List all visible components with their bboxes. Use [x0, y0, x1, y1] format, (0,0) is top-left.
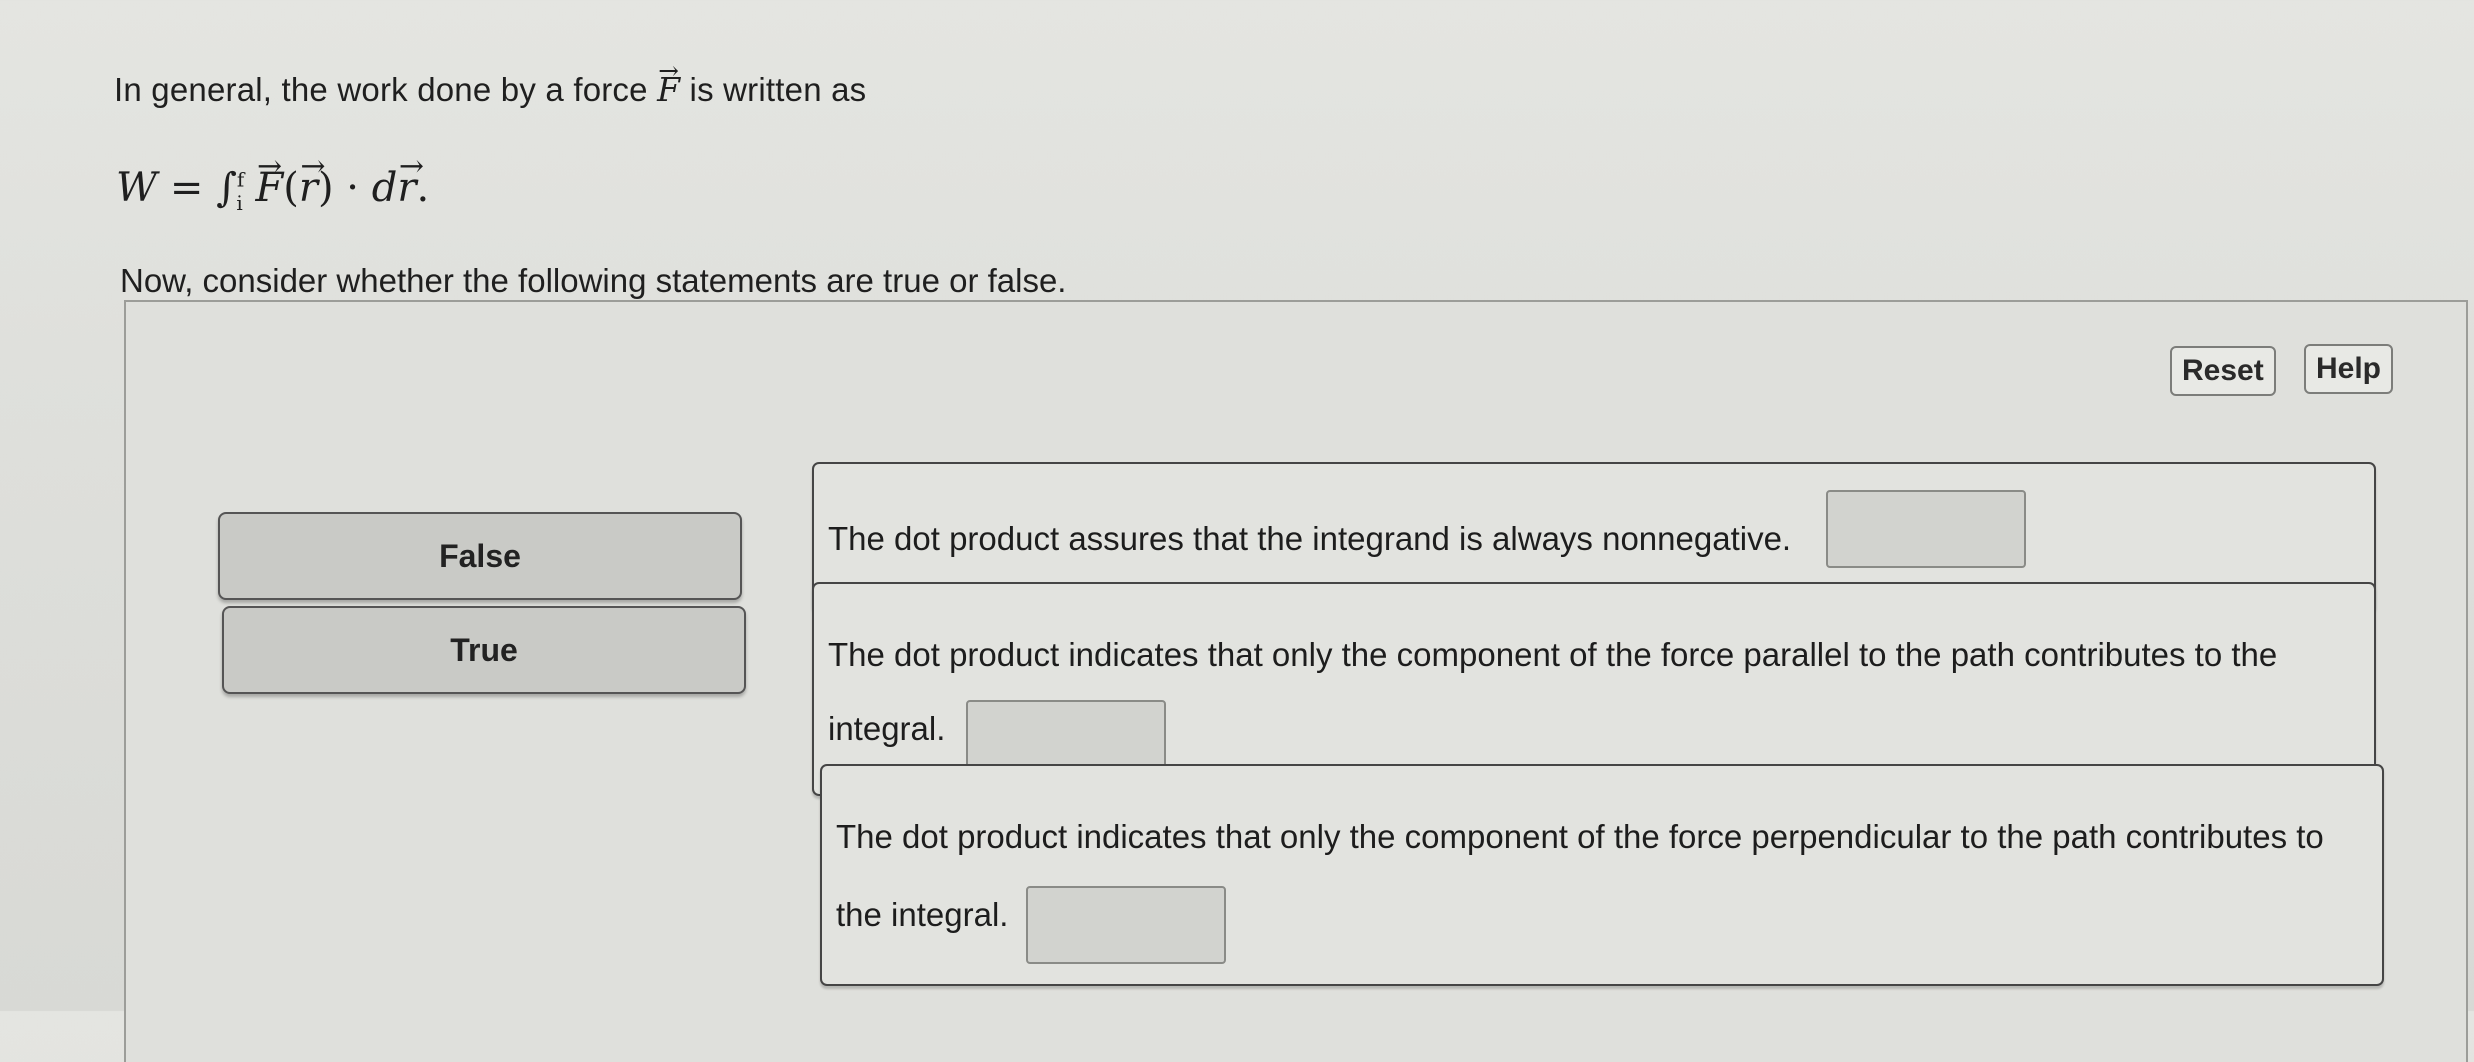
reset-button[interactable]: Reset — [2170, 346, 2276, 396]
statement-box-3: The dot product indicates that only the … — [820, 764, 2384, 986]
statement-2-text-line1: The dot product indicates that only the … — [828, 636, 2278, 673]
formula-lhs: W — [116, 165, 158, 211]
answer-tile-false[interactable]: False — [218, 512, 742, 600]
statement-1-text: The dot product assures that the integra… — [828, 520, 1792, 557]
intro-prefix: In general, the work done by a force — [114, 71, 648, 108]
formula-differential: d — [371, 165, 398, 211]
formula-dr-vector: r — [397, 149, 424, 212]
intro-suffix: is written as — [689, 71, 867, 108]
work-formula: W = ∫fi F(r) · dr. — [116, 149, 429, 216]
formula-open-paren: ( — [283, 165, 299, 211]
statement-3-text-line2: the integral. — [836, 896, 1009, 933]
drop-target-3[interactable] — [1026, 886, 1226, 964]
intro-text: In general, the work done by a force F i… — [114, 56, 867, 109]
formula-force-vector: F — [255, 149, 283, 212]
drop-target-1[interactable] — [1826, 490, 2026, 568]
integral-lower-limit: i — [236, 191, 243, 215]
question-prompt: Now, consider whether the following stat… — [120, 262, 1067, 299]
integral-upper-limit: f — [236, 167, 245, 192]
formula-dot: · — [346, 165, 359, 211]
statement-3-text-line1: The dot product indicates that only the … — [836, 818, 2324, 855]
integral-sign: ∫ — [216, 165, 237, 211]
help-button[interactable]: Help — [2304, 344, 2394, 394]
formula-equals: = — [169, 165, 204, 211]
formula-position-vector: r — [299, 149, 326, 212]
statement-2-text-line2: integral. — [828, 710, 946, 747]
force-vector-symbol: F — [657, 56, 680, 109]
answer-tile-true[interactable]: True — [222, 606, 746, 694]
